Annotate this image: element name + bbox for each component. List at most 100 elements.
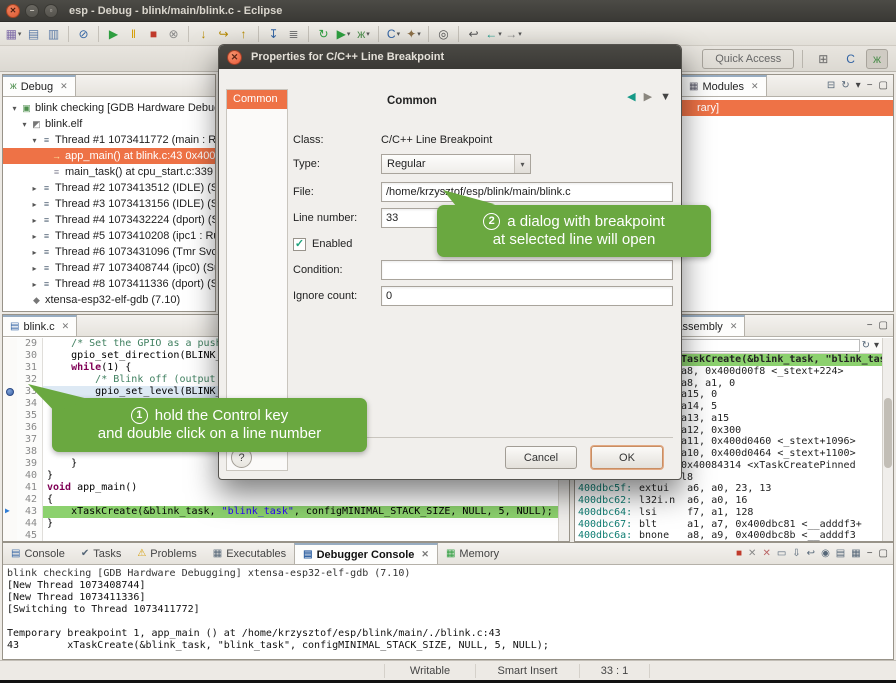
word-wrap-icon[interactable]: ↩ [807, 549, 815, 559]
debug-perspective-icon[interactable]: ж [866, 49, 888, 69]
breakpoint-gutter[interactable] [3, 374, 17, 386]
refresh-icon[interactable]: ↻ [862, 341, 870, 351]
toolbar-disconnect-icon[interactable]: ⊗ [164, 24, 183, 44]
ok-button[interactable]: OK [591, 446, 663, 469]
back-arrow-icon[interactable]: ◀ [627, 92, 635, 103]
breakpoint-gutter[interactable] [3, 482, 17, 494]
file-input[interactable] [381, 182, 673, 202]
code-line[interactable]: 45 [3, 530, 558, 541]
open-console-icon[interactable]: ▦ [851, 549, 860, 559]
view-menu-caret-icon[interactable]: ▼ [660, 92, 671, 103]
debug-tree-item[interactable]: ▸≡Thread #8 1073411336 (dport) (Sus [3, 276, 215, 292]
line-number[interactable]: 37 [17, 434, 43, 446]
line-number[interactable]: 43 [17, 506, 43, 518]
tree-expander-icon[interactable]: ▾ [29, 136, 40, 145]
open-perspective-icon[interactable]: ⊞ [811, 49, 835, 69]
breakpoint-gutter[interactable] [3, 470, 17, 482]
breakpoint-gutter[interactable] [3, 410, 17, 422]
toolbar-instruction-stepping-icon[interactable]: ≣ [284, 24, 303, 44]
toolbar-back-history-icon[interactable]: ←▾ [484, 24, 503, 44]
ignore-count-input[interactable] [381, 286, 673, 306]
tree-expander-icon[interactable]: ▸ [29, 264, 40, 273]
breakpoint-gutter[interactable] [3, 446, 17, 458]
breakpoint-gutter[interactable]: ▶ [3, 506, 17, 518]
console-tab-executables[interactable]: ▦Executables [205, 543, 294, 564]
toolbar-resume-icon[interactable]: ▶ [104, 24, 123, 44]
close-button[interactable]: ✕ [6, 4, 20, 18]
debug-tree-item[interactable]: ▾◩blink.elf [3, 116, 215, 132]
breakpoint-gutter[interactable] [3, 386, 17, 398]
cpp-perspective-icon[interactable]: C [839, 49, 862, 69]
code-line[interactable]: 41void app_main() [3, 482, 558, 494]
breakpoint-gutter[interactable] [3, 350, 17, 362]
view-menu-icon[interactable]: ▾ [856, 81, 861, 91]
tree-expander-icon[interactable]: ▾ [9, 104, 20, 113]
maximize-icon[interactable]: ▢ [879, 321, 888, 331]
debug-tree-item[interactable]: ▸≡Thread #7 1073408744 (ipc0) (Susp [3, 260, 215, 276]
toolbar-debug-icon[interactable]: ж▾ [354, 24, 373, 44]
maximize-icon[interactable]: ▢ [879, 549, 888, 559]
minimize-icon[interactable]: − [867, 321, 873, 331]
tab-modules[interactable]: ▦ Modules ✕ [681, 75, 767, 96]
toolbar-search-icon[interactable]: ◎ [434, 24, 453, 44]
toolbar-new-cpp-project-icon[interactable]: C▾ [384, 24, 403, 44]
remove-launch-icon[interactable]: ✕ [748, 549, 756, 559]
tree-expander-icon[interactable]: ▸ [29, 216, 40, 225]
collapse-all-icon[interactable]: ⊟ [827, 81, 835, 91]
maximize-icon[interactable]: ▢ [879, 81, 888, 91]
line-number[interactable]: 29 [17, 338, 43, 350]
disassembly-line[interactable]: 400dbc62:l32i.n a6, a0, 16 [575, 495, 882, 507]
console-tab-console[interactable]: ▤Console [3, 543, 73, 564]
line-number[interactable]: 42 [17, 494, 43, 506]
line-number[interactable]: 30 [17, 350, 43, 362]
line-number[interactable]: 44 [17, 518, 43, 530]
debug-tree-item[interactable]: ▸≡Thread #6 1073431096 (Tmr Svc) (S [3, 244, 215, 260]
breakpoint-gutter[interactable] [3, 338, 17, 350]
line-number[interactable]: 36 [17, 422, 43, 434]
toolbar-terminate-icon[interactable]: ■ [144, 24, 163, 44]
line-number[interactable]: 34 [17, 398, 43, 410]
code-line[interactable]: 44} [3, 518, 558, 530]
chevron-down-icon[interactable]: ▾ [514, 155, 530, 173]
tree-expander-icon[interactable]: ▸ [29, 280, 40, 289]
toolbar-run-icon[interactable]: ▶▾ [334, 24, 353, 44]
cancel-button[interactable]: Cancel [505, 446, 577, 469]
enabled-checkbox[interactable]: ✓ [293, 238, 306, 251]
tree-expander-icon[interactable]: ▸ [29, 200, 40, 209]
debug-tree-item[interactable]: ▸≡Thread #4 1073432224 (dport) (Sus [3, 212, 215, 228]
disassembly-line[interactable]: 400dbc64:lsi f7, a1, 128 [575, 507, 882, 519]
remove-all-launches-icon[interactable]: ✕ [762, 549, 770, 559]
maximize-button[interactable]: ▫ [44, 4, 58, 18]
toolbar-step-over-icon[interactable]: ↪ [214, 24, 233, 44]
breakpoint-gutter[interactable] [3, 422, 17, 434]
debug-tree-item[interactable]: →app_main() at blink.c:43 0x400db [3, 148, 215, 164]
code-line[interactable]: ▶43 xTaskCreate(&blink_task, "blink_task… [3, 506, 558, 518]
minimize-button[interactable]: − [25, 4, 39, 18]
toolbar-skip-all-breakpoints-icon[interactable]: ⊘ [74, 24, 93, 44]
tab-debug[interactable]: ж Debug ✕ [3, 75, 76, 96]
debug-tree-item[interactable]: ≡main_task() at cpu_start.c:339 0x4 [3, 164, 215, 180]
forward-arrow-icon[interactable]: ▶ [644, 92, 652, 103]
console-tab-memory[interactable]: ▦Memory [438, 543, 507, 564]
breakpoint-gutter[interactable] [3, 494, 17, 506]
tab-close-icon[interactable]: ✕ [730, 321, 738, 332]
line-number[interactable]: 31 [17, 362, 43, 374]
toolbar-save-all-icon[interactable]: ▥ [44, 24, 63, 44]
breakpoint-gutter[interactable] [3, 398, 17, 410]
console-tab-problems[interactable]: ⚠Problems [129, 543, 204, 564]
line-number[interactable]: 39 [17, 458, 43, 470]
console-tab-debugger-console[interactable]: ▤Debugger Console✕ [294, 543, 438, 564]
toolbar-step-into-icon[interactable]: ↓ [194, 24, 213, 44]
code-line[interactable]: 42{ [3, 494, 558, 506]
pin-console-icon[interactable]: ◉ [821, 549, 830, 559]
toolbar-step-return-icon[interactable]: ↑ [234, 24, 253, 44]
condition-input[interactable] [381, 260, 673, 280]
tab-close-icon[interactable]: ✕ [62, 321, 70, 332]
breakpoint-gutter[interactable] [3, 518, 17, 530]
debug-tree-item[interactable]: ▸≡Thread #5 1073410208 (ipc1 : Runni [3, 228, 215, 244]
disassembly-line[interactable]: 400dbc5f:extui a6, a0, 23, 13 [575, 483, 882, 495]
view-menu-icon[interactable]: ▾ [874, 341, 879, 351]
disassembly-line[interactable]: 400dbc6a:bnone a8, a9, 0x400dbc8b <__add… [575, 530, 882, 541]
line-number[interactable]: 35 [17, 410, 43, 422]
toolbar-save-icon[interactable]: ▤ [24, 24, 43, 44]
